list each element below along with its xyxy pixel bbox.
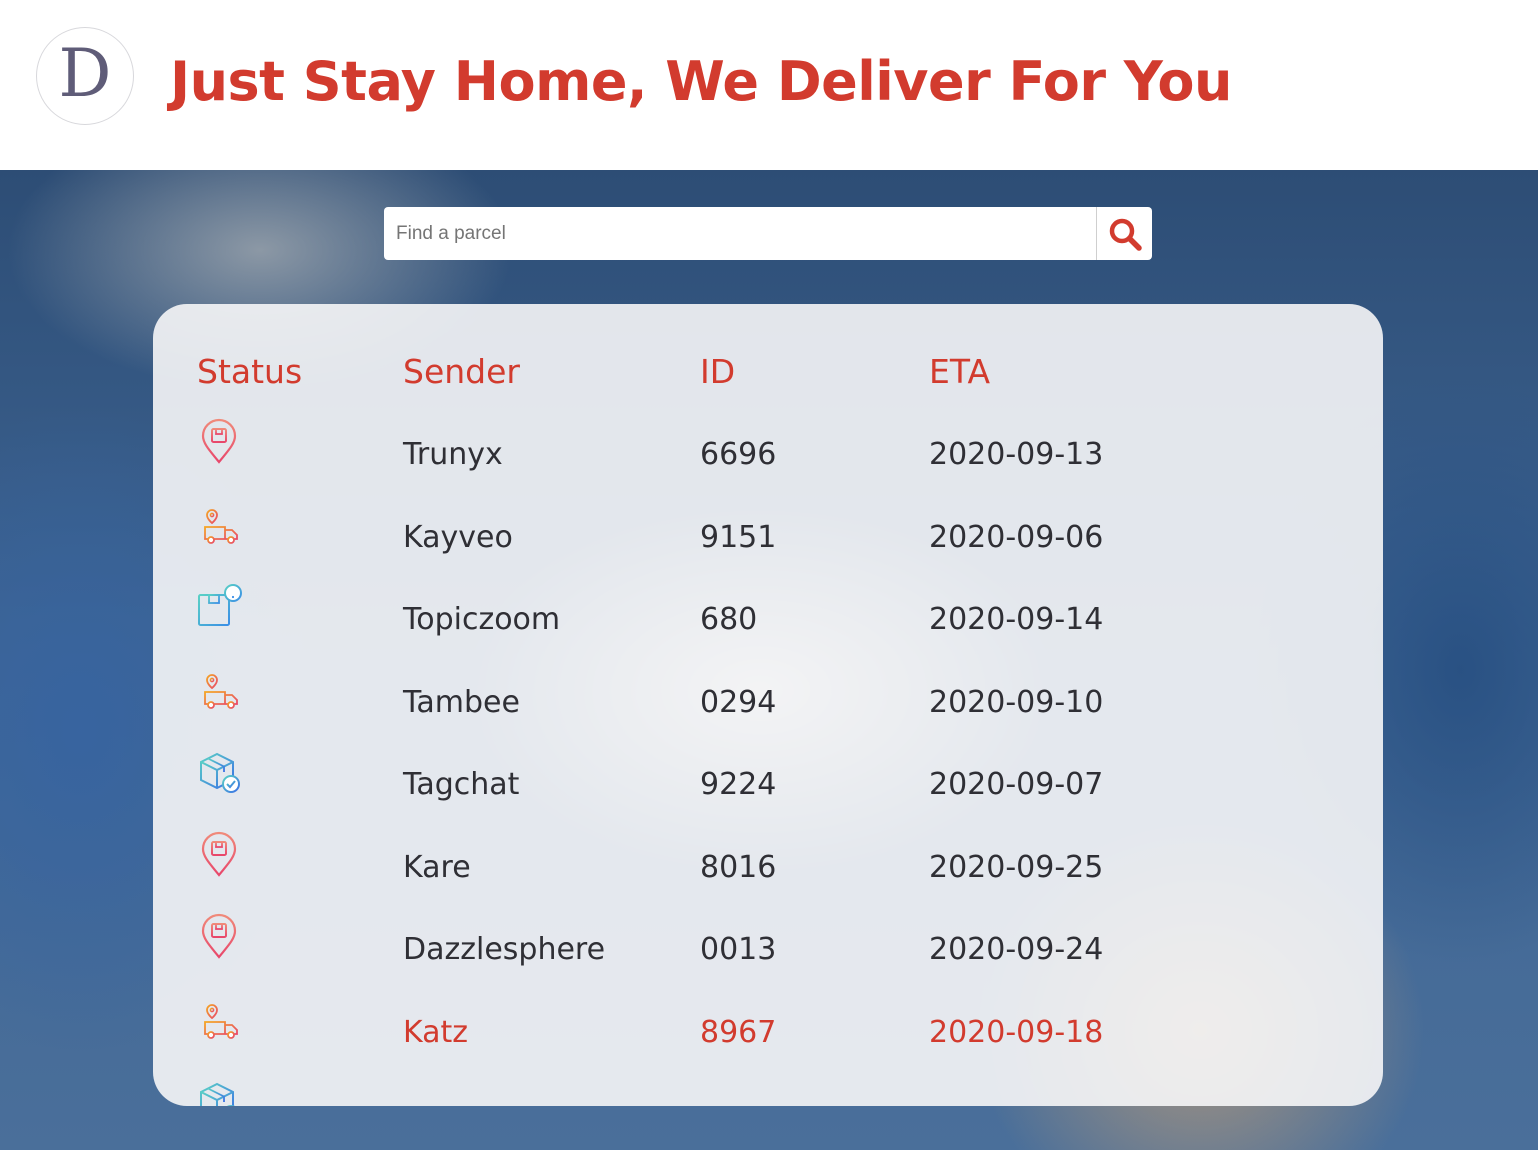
- search-icon: [1109, 218, 1142, 251]
- page-title: Just Stay Home, We Deliver For You: [170, 50, 1232, 113]
- id-cell: 8967: [700, 1014, 777, 1050]
- delivery-truck-icon: [195, 501, 243, 549]
- eta-cell: 2020-09-24: [929, 932, 1104, 967]
- id-cell: 680: [700, 602, 758, 637]
- table-row[interactable]: Tagchat 9224 2020-09-07: [153, 752, 1383, 850]
- table-row[interactable]: [153, 1082, 1383, 1106]
- eta-cell: 2020-09-10: [929, 684, 1104, 720]
- search-input[interactable]: [384, 207, 1096, 260]
- column-header-sender[interactable]: Sender: [403, 352, 520, 391]
- search-bar: [384, 207, 1152, 260]
- eta-cell: 2020-09-14: [929, 602, 1104, 637]
- table-row[interactable]: Dazzlesphere 0013 2020-09-24: [153, 913, 1383, 1015]
- sender-cell: Kayveo: [403, 519, 513, 555]
- sender-cell: Topiczoom: [403, 602, 561, 637]
- eta-cell: 2020-09-07: [929, 767, 1104, 802]
- eta-cell: 2020-09-25: [929, 849, 1104, 885]
- sender-cell: Tambee: [403, 684, 520, 720]
- bottom-strip: [0, 1150, 1538, 1154]
- parcel-table: Status Sender ID ETA Trunyx 6696 2020-09-1…: [153, 304, 1383, 1106]
- sender-cell: Kare: [403, 849, 471, 885]
- sender-cell: Katz: [403, 1014, 469, 1050]
- sender-cell: Dazzlesphere: [403, 932, 606, 967]
- id-cell: 9151: [700, 519, 777, 555]
- delivery-truck-icon: [195, 996, 243, 1044]
- table-row[interactable]: Kayveo 9151 2020-09-06: [153, 508, 1383, 603]
- id-cell: 9224: [700, 767, 777, 802]
- parcel-alert-icon: [195, 583, 243, 631]
- location-pin-parcel-icon: [195, 913, 243, 961]
- parcel-delivered-icon: [195, 1078, 243, 1106]
- column-header-id[interactable]: ID: [700, 352, 735, 391]
- id-cell: 0294: [700, 684, 777, 720]
- brand-logo[interactable]: D: [36, 27, 134, 125]
- eta-cell: 2020-09-18: [929, 1014, 1104, 1050]
- delivery-truck-icon: [195, 666, 243, 714]
- id-cell: 8016: [700, 849, 777, 885]
- page-header: D Just Stay Home, We Deliver For You: [0, 0, 1538, 170]
- table-row[interactable]: Trunyx 6696 2020-09-13: [153, 418, 1383, 520]
- eta-cell: 2020-09-06: [929, 519, 1104, 555]
- search-button[interactable]: [1096, 207, 1152, 260]
- location-pin-parcel-icon: [195, 418, 243, 466]
- table-row[interactable]: Katz 8967 2020-09-18: [153, 1003, 1383, 1098]
- id-cell: 6696: [700, 437, 777, 472]
- table-row[interactable]: Tambee 0294 2020-09-10: [153, 673, 1383, 768]
- table-row[interactable]: Topiczoom 680 2020-09-14: [153, 584, 1383, 685]
- sender-cell: Trunyx: [403, 437, 503, 472]
- column-header-eta[interactable]: ETA: [929, 352, 990, 391]
- logo-letter: D: [58, 35, 112, 112]
- parcel-delivered-icon: [195, 748, 243, 796]
- id-cell: 0013: [700, 932, 777, 967]
- sender-cell: Tagchat: [403, 767, 520, 802]
- location-pin-parcel-icon: [195, 831, 243, 879]
- table-row[interactable]: Kare 8016 2020-09-25: [153, 831, 1383, 933]
- column-header-status[interactable]: Status: [197, 352, 302, 391]
- eta-cell: 2020-09-13: [929, 437, 1104, 472]
